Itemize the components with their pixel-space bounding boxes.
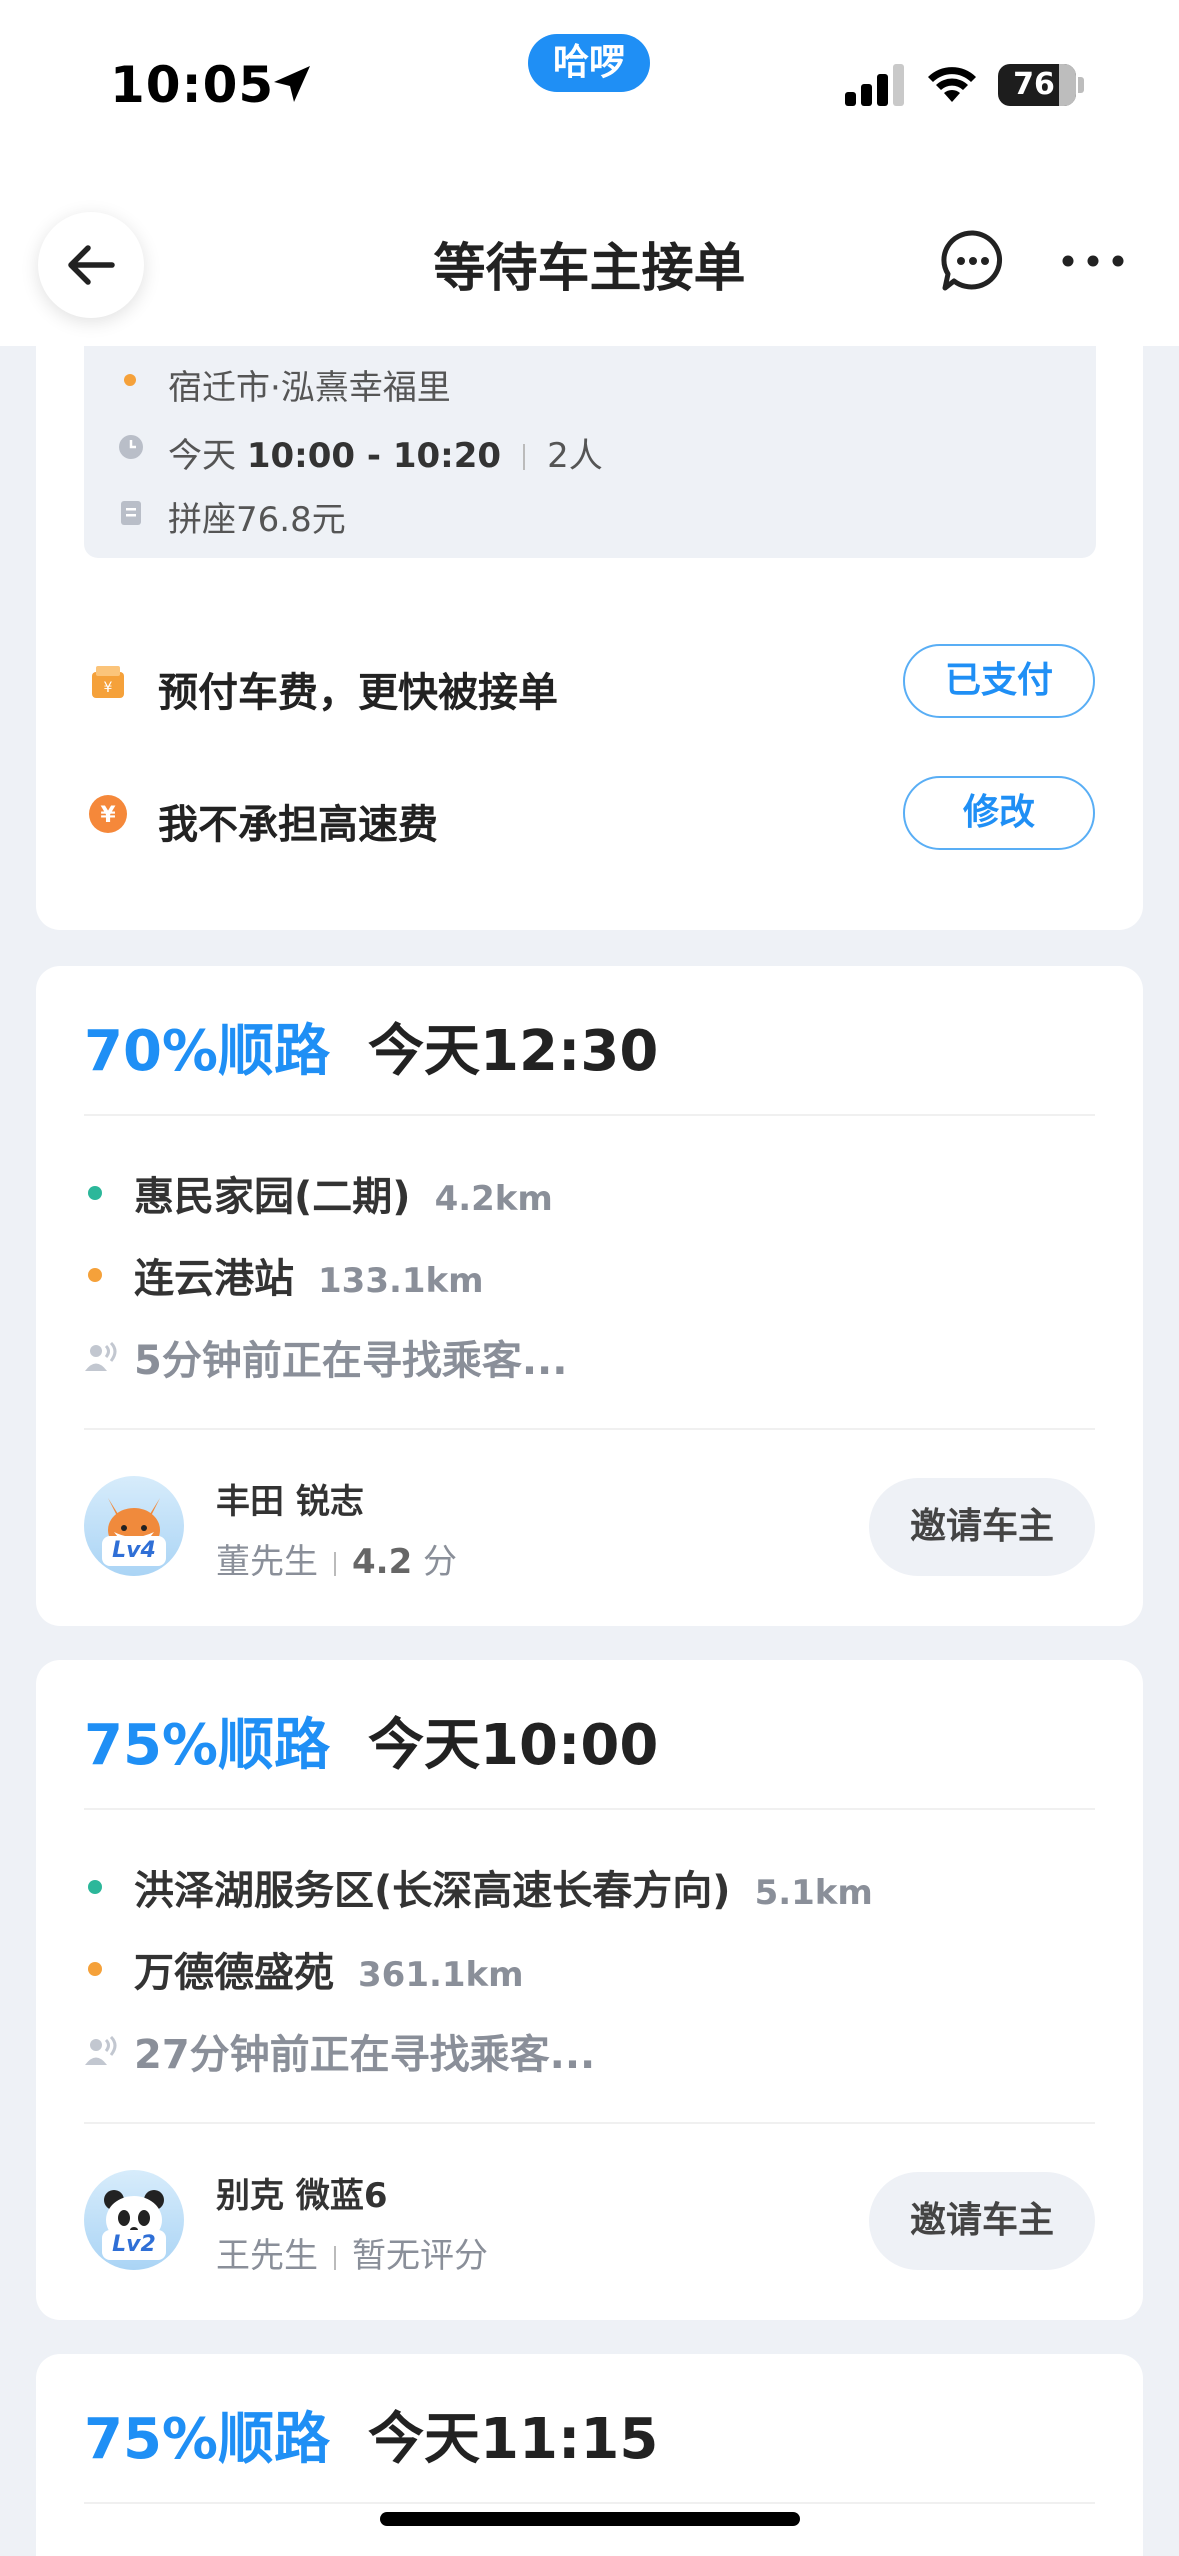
status-time: 10:05: [110, 56, 275, 114]
battery-level: 76: [1013, 67, 1055, 102]
wifi-icon: [928, 67, 976, 102]
start-dot-icon: [88, 1186, 102, 1200]
ride-header: 70%顺路 今天12:30: [84, 1006, 658, 1086]
location-arrow-icon: [274, 66, 310, 102]
ride-card[interactable]: 70%顺路 今天12:30 惠民家园(二期) 4.2km 连云港站 133.1km 5…: [36, 966, 1143, 1626]
start-place: 惠民家园(二期): [134, 1174, 411, 1220]
status-bar: 10:05 哈啰 76: [0, 0, 1179, 140]
end-place: 万德德盛苑: [134, 1950, 334, 1996]
destination-text: 宿迁市·泓熹幸福里: [168, 368, 451, 408]
match-percent: 75%顺路: [84, 2407, 331, 2472]
match-percent: 75%顺路: [84, 1713, 331, 1778]
cellular-signal-icon: [845, 62, 905, 106]
time-prefix: 今天: [168, 436, 236, 476]
depart-day: 今天: [368, 1019, 481, 1084]
score-unit: 分: [423, 1542, 458, 1582]
people-icon: [85, 2036, 117, 2065]
driver-score: 4.2: [352, 1542, 413, 1582]
prepay-label: 预付车费，更快被接单: [158, 670, 558, 716]
ride-header: 75%顺路 今天11:15: [84, 2394, 658, 2474]
end-distance: 361.1km: [358, 1955, 524, 1995]
start-dot-icon: [88, 1880, 102, 1894]
more-dots-icon[interactable]: [1060, 248, 1126, 274]
app-pill[interactable]: 哈啰: [528, 34, 650, 92]
chat-bubble-icon[interactable]: [940, 228, 1006, 294]
start-place: 洪泽湖服务区(长深高速长春方向): [134, 1868, 731, 1914]
home-indicator[interactable]: [380, 2512, 800, 2526]
passenger-count: 2人: [547, 436, 603, 476]
search-status: 5分钟前正在寻找乘客...: [134, 1338, 568, 1384]
yen-coin-icon: ¥: [89, 795, 127, 833]
driver-name: 董先生: [216, 1542, 318, 1582]
level-badge: Lv4: [102, 1536, 166, 1566]
order-card: 宿迁市·泓熹幸福里 今天 10:00 - 10:20 2人 拼座76.8元 ¥ 预…: [36, 346, 1143, 930]
toll-row: ¥ 我不承担高速费 修改: [36, 776, 1143, 856]
depart-time: 10:00: [480, 1713, 659, 1778]
svg-text:¥: ¥: [100, 803, 116, 828]
car-model: 丰田 锐志: [216, 1482, 364, 1522]
receipt-icon: [121, 501, 141, 525]
end-dot-icon: [88, 1268, 102, 1282]
level-badge: Lv2: [102, 2230, 166, 2260]
depart-time: 11:15: [480, 2407, 659, 2472]
time-range: 10:00 - 10:20: [246, 436, 502, 476]
depart-day: 今天: [368, 2407, 481, 2472]
invite-driver-button[interactable]: 邀请车主: [869, 2172, 1095, 2270]
fox-avatar[interactable]: Lv4: [84, 1476, 184, 1576]
end-dot-icon: [124, 374, 136, 386]
search-status: 27分钟前正在寻找乘客...: [134, 2032, 596, 2078]
wallet-icon: ¥: [92, 666, 124, 698]
people-icon: [85, 1342, 117, 1371]
clock-icon: [119, 435, 143, 459]
battery-icon: 76: [998, 64, 1076, 106]
ride-header: 75%顺路 今天10:00: [84, 1700, 658, 1780]
depart-day: 今天: [368, 1713, 481, 1778]
driver-name: 王先生: [216, 2236, 318, 2276]
depart-time: 12:30: [480, 1019, 659, 1084]
start-distance: 4.2km: [434, 1179, 553, 1219]
end-distance: 133.1km: [318, 1261, 484, 1301]
svg-text:¥: ¥: [104, 680, 113, 696]
price-text: 拼座76.8元: [168, 500, 346, 540]
match-percent: 70%顺路: [84, 1019, 331, 1084]
toll-label: 我不承担高速费: [158, 802, 438, 848]
driver-score: 暂无评分: [352, 2236, 488, 2276]
nav-bar: 等待车主接单: [0, 140, 1179, 346]
car-model: 别克 微蓝6: [216, 2176, 388, 2216]
invite-driver-button[interactable]: 邀请车主: [869, 1478, 1095, 1576]
ride-card[interactable]: 75%顺路 今天10:00 洪泽湖服务区(长深高速长春方向) 5.1km 万德德盛苑…: [36, 1660, 1143, 2320]
panda-avatar[interactable]: Lv2: [84, 2170, 184, 2270]
end-place: 连云港站: [134, 1256, 294, 1302]
paid-button[interactable]: 已支付: [903, 644, 1095, 718]
modify-button[interactable]: 修改: [903, 776, 1095, 850]
end-dot-icon: [88, 1962, 102, 1976]
prepay-row: ¥ 预付车费，更快被接单 已支付: [36, 644, 1143, 724]
start-distance: 5.1km: [754, 1873, 873, 1913]
order-summary: 宿迁市·泓熹幸福里 今天 10:00 - 10:20 2人 拼座76.8元: [84, 346, 1096, 558]
